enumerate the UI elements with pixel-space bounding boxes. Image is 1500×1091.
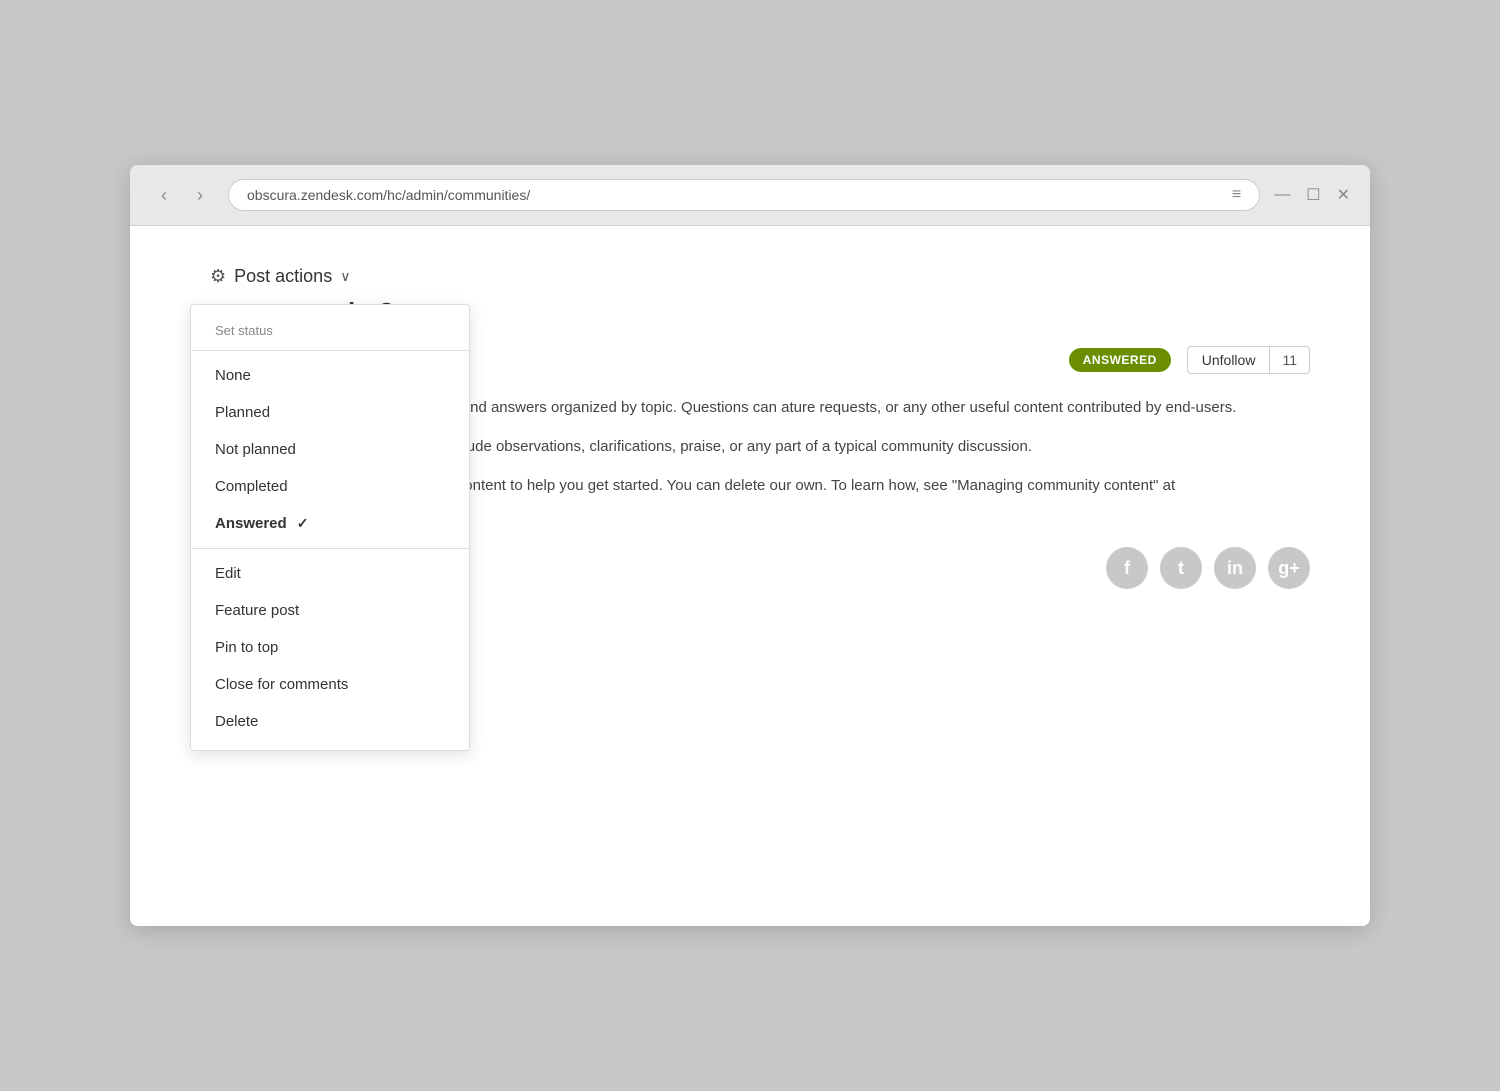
twitter-icon[interactable]: t <box>1160 547 1202 589</box>
check-icon: ✓ <box>297 515 309 532</box>
minimize-button[interactable]: — <box>1274 186 1290 204</box>
close-button[interactable]: ✕ <box>1337 185 1350 205</box>
action-pin-to-top[interactable]: Pin to top <box>191 629 469 666</box>
action-delete[interactable]: Delete <box>191 703 469 740</box>
set-status-label: Set status <box>191 315 469 344</box>
post-actions-label: Post actions <box>234 266 332 287</box>
chevron-down-icon: ∨ <box>340 268 350 285</box>
divider-top <box>191 350 469 351</box>
facebook-icon[interactable]: f <box>1106 547 1148 589</box>
status-answered[interactable]: Answered ✓ <box>191 505 469 542</box>
post-actions-dropdown: Set status None Planned Not planned Comp… <box>190 304 470 751</box>
status-planned[interactable]: Planned <box>191 394 469 431</box>
unfollow-button[interactable]: Unfollow <box>1187 346 1270 374</box>
url-text: obscura.zendesk.com/hc/admin/communities… <box>247 187 530 203</box>
follow-count: 11 <box>1269 346 1310 374</box>
unfollow-group: Unfollow 11 <box>1187 346 1310 374</box>
maximize-button[interactable]: ☐ <box>1306 185 1320 205</box>
divider-middle <box>191 548 469 549</box>
page-content: ⚙ Post actions ∨ Set status None Planned… <box>130 226 1370 926</box>
address-bar[interactable]: obscura.zendesk.com/hc/admin/communities… <box>228 179 1260 211</box>
status-completed[interactable]: Completed <box>191 468 469 505</box>
nav-back-button[interactable]: ‹ <box>150 181 178 209</box>
linkedin-icon[interactable]: in <box>1214 547 1256 589</box>
action-edit[interactable]: Edit <box>191 555 469 592</box>
browser-chrome: ‹ › obscura.zendesk.com/hc/admin/communi… <box>130 165 1370 226</box>
action-close-for-comments[interactable]: Close for comments <box>191 666 469 703</box>
googleplus-icon[interactable]: g+ <box>1268 547 1310 589</box>
action-feature-post[interactable]: Feature post <box>191 592 469 629</box>
nav-forward-button[interactable]: › <box>186 181 214 209</box>
window-controls: — ☐ ✕ <box>1274 185 1350 205</box>
browser-nav: ‹ › <box>150 181 214 209</box>
hamburger-icon: ≡ <box>1232 186 1241 204</box>
status-none[interactable]: None <box>191 357 469 394</box>
browser-window: ‹ › obscura.zendesk.com/hc/admin/communi… <box>130 165 1370 926</box>
gear-icon: ⚙ <box>210 266 226 287</box>
answered-badge: ANSWERED <box>1069 348 1171 372</box>
post-actions-button[interactable]: ⚙ Post actions ∨ <box>210 266 350 287</box>
status-not-planned[interactable]: Not planned <box>191 431 469 468</box>
